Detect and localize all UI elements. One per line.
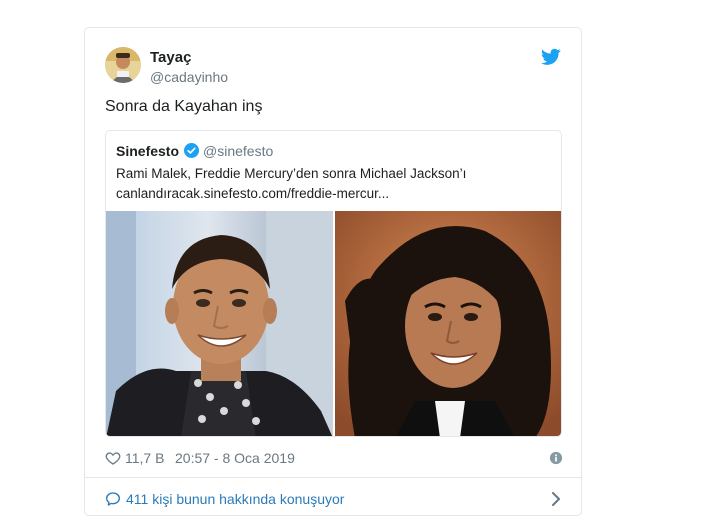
conversation-label[interactable]: 411 kişi bunun hakkında konuşuyor (126, 491, 344, 507)
quoted-author-name[interactable]: Sinefesto (116, 143, 179, 159)
divider (85, 477, 581, 478)
avatar-image (105, 47, 141, 83)
tweet-text: Sonra da Kayahan inş (105, 98, 263, 115)
previous-content-fragment (110, 0, 230, 4)
timestamp[interactable]: 20:57 - 8 Oca 2019 (175, 450, 295, 466)
conversation-link[interactable]: 411 kişi bunun hakkında konuşuyor (105, 490, 563, 510)
quoted-text-line-1: Rami Malek, Freddie Mercury’den sonra Mi… (116, 166, 467, 181)
quoted-tweet[interactable]: Sinefesto @sinefesto Rami Malek, Freddie… (105, 130, 562, 437)
avatar[interactable] (105, 47, 141, 83)
speech-bubble-icon (106, 492, 120, 506)
heart-icon[interactable] (105, 450, 121, 466)
like-count[interactable]: 11,7 B (125, 450, 164, 466)
verified-badge-icon (184, 143, 199, 158)
quoted-text-line-2[interactable]: canlandıracak.sinefesto.com/freddie-merc… (116, 184, 556, 204)
photo-rami-malek[interactable] (106, 211, 333, 436)
twitter-bird-icon[interactable] (541, 48, 561, 66)
info-icon[interactable] (549, 451, 563, 465)
author-handle[interactable]: @cadayinho (150, 69, 228, 85)
photo-michael-jackson[interactable] (335, 211, 561, 436)
quoted-media[interactable] (106, 211, 561, 436)
quoted-text: Rami Malek, Freddie Mercury’den sonra Mi… (116, 164, 556, 204)
chevron-right-icon[interactable] (551, 492, 561, 506)
author-name[interactable]: Tayaç (150, 49, 191, 66)
quoted-author-handle[interactable]: @sinefesto (203, 143, 273, 159)
tweet-meta: 11,7 B 20:57 - 8 Oca 2019 (105, 449, 563, 467)
tweet-card[interactable]: Tayaç @cadayinho Sonra da Kayahan inş Si… (84, 27, 582, 516)
